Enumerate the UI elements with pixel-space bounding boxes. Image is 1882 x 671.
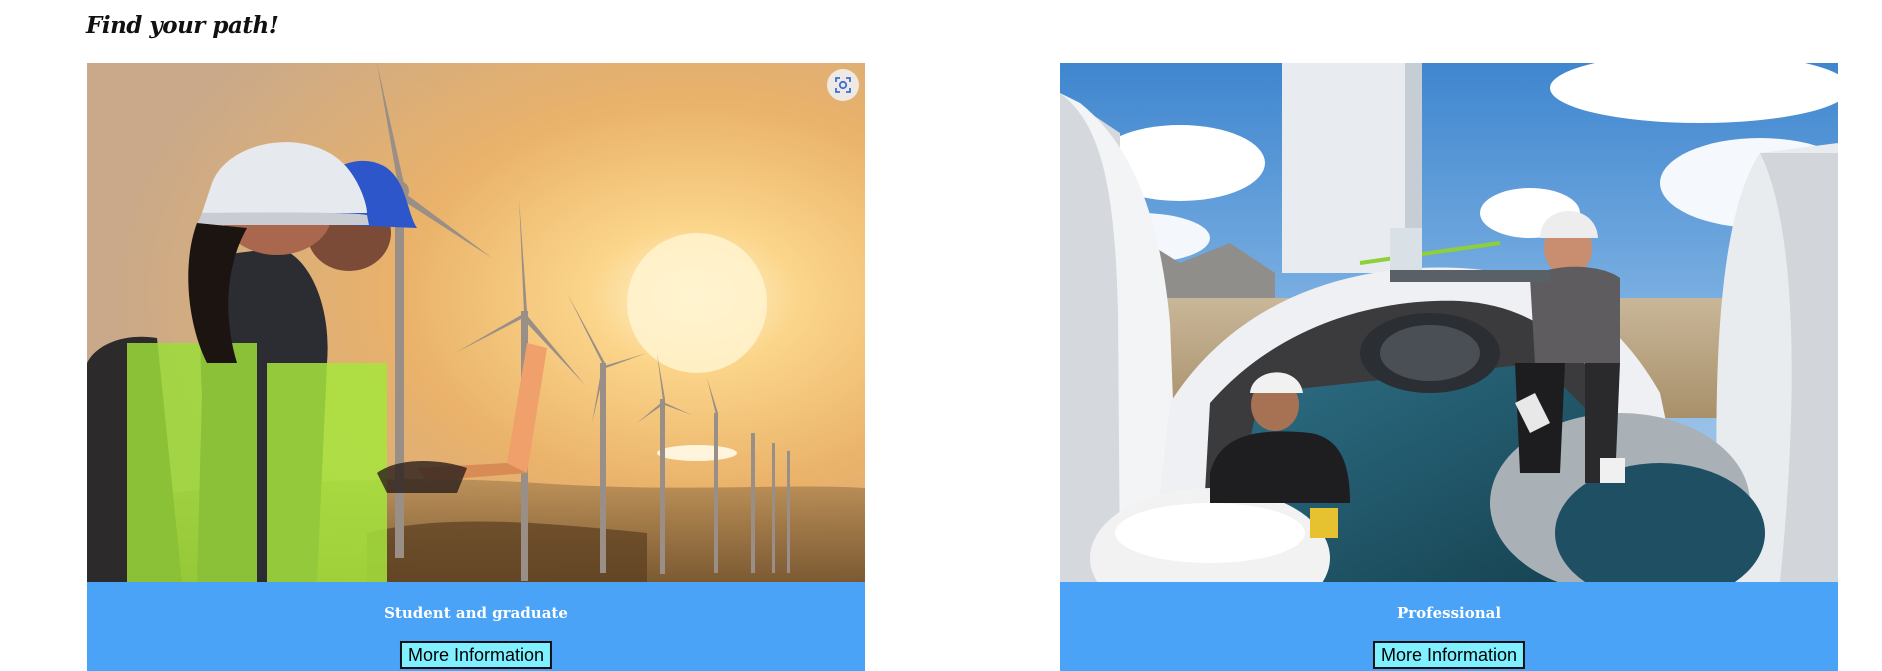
card-student-graduate: Student and graduate More Information (87, 63, 865, 671)
card-footer: Student and graduate More Information (87, 582, 865, 671)
turbine-nacelle-illustration (1060, 63, 1838, 582)
card-image-wind-farm-sunset (87, 63, 865, 582)
page-title: Find your path! (86, 12, 279, 39)
card-footer: Professional More Information (1060, 582, 1838, 671)
more-information-button[interactable]: More Information (1372, 641, 1526, 669)
wind-farm-illustration (87, 63, 865, 582)
more-information-button[interactable]: More Information (399, 641, 553, 669)
page: Find your path! Student and graduate Mor… (0, 0, 1882, 671)
card-label: Professional (1396, 604, 1502, 622)
card-image-turbine-nacelle (1060, 63, 1838, 582)
visual-search-glyph (835, 77, 851, 93)
card-professional: Professional More Information (1060, 63, 1838, 671)
card-label: Student and graduate (384, 604, 568, 622)
visual-search-icon[interactable] (827, 69, 859, 101)
